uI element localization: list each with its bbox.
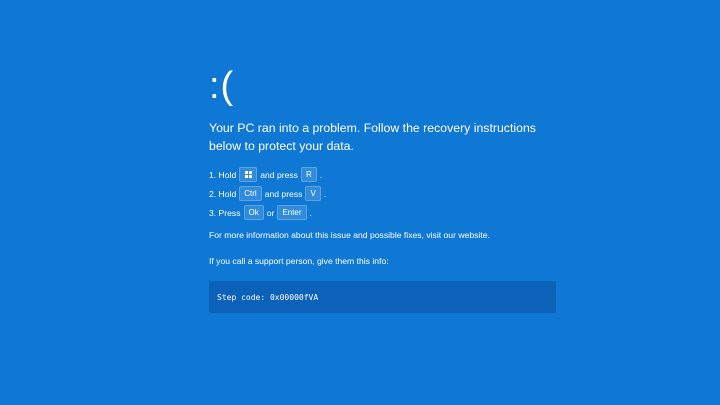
v-key: V: [305, 186, 321, 201]
error-headline: Your PC ran into a problem. Follow the r…: [209, 121, 536, 153]
step-code-panel: Step code: 0x00000fVA: [209, 281, 556, 313]
more-info-text: For more information about this issue an…: [209, 230, 490, 240]
windows-logo-icon: [244, 171, 252, 178]
support-info-text: If you call a support person, give them …: [209, 256, 389, 266]
recovery-step-3: 3. Press Ok or Enter .: [209, 203, 559, 222]
ctrl-key: Ctrl: [239, 186, 262, 201]
step-1-suffix: .: [319, 169, 323, 180]
enter-key: Enter: [277, 205, 307, 220]
step-2-middle: and press: [264, 188, 303, 199]
step-3-prefix: 3. Press: [209, 207, 241, 218]
step-2-suffix: .: [323, 188, 327, 199]
step-1-prefix: 1. Hold: [209, 169, 237, 180]
sad-face-emoticon: :(: [209, 65, 235, 107]
recovery-steps-list: 1. Hold and press R . 2. Hold Ctrl and p…: [209, 165, 559, 222]
ok-key: Ok: [243, 205, 264, 220]
windows-key: [239, 167, 258, 182]
step-3-middle: or: [266, 207, 275, 218]
recovery-step-2: 2. Hold Ctrl and press V .: [209, 184, 559, 203]
error-screen: :( Your PC ran into a problem. Follow th…: [0, 0, 720, 405]
step-1-middle: and press: [260, 169, 298, 180]
step-3-suffix: .: [309, 207, 312, 218]
r-key: R: [300, 167, 317, 182]
error-content: :( Your PC ran into a problem. Follow th…: [209, 64, 559, 313]
recovery-step-1: 1. Hold and press R .: [209, 165, 559, 184]
step-code-text: Step code: 0x00000fVA: [217, 292, 319, 302]
step-2-prefix: 2. Hold: [209, 188, 237, 199]
